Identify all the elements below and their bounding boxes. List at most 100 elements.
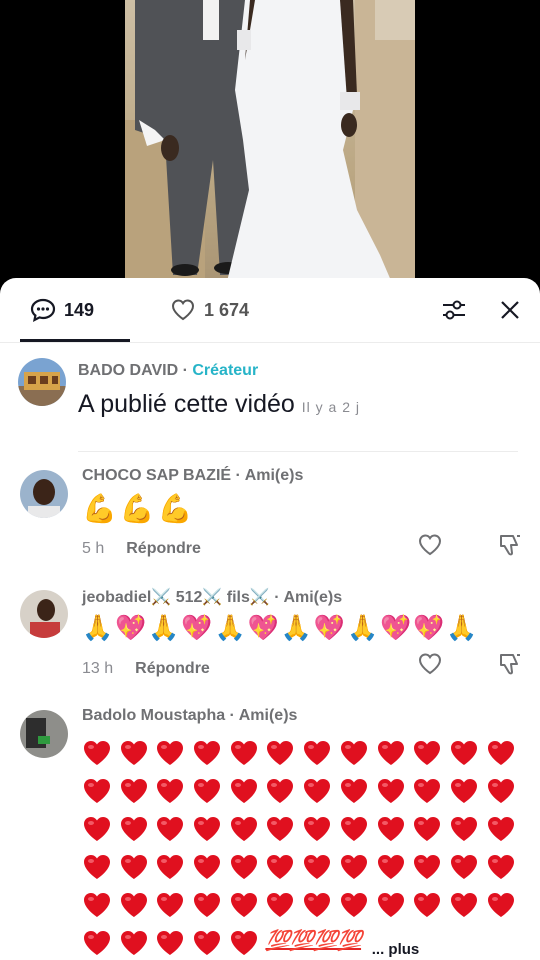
red-heart-emoji (377, 893, 404, 917)
red-heart-emoji (194, 931, 221, 955)
red-heart-emoji (84, 779, 110, 803)
red-heart-emoji (487, 817, 514, 841)
red-heart-emoji (304, 779, 331, 803)
red-heart-emoji (194, 855, 221, 879)
red-heart-emoji (267, 779, 294, 803)
red-heart-emoji (377, 779, 404, 803)
red-heart-emoji (267, 741, 294, 765)
red-heart-emoji (340, 855, 367, 879)
divider (78, 451, 518, 452)
tab-likes[interactable]: 1 674 (170, 296, 249, 324)
red-heart-emoji (230, 893, 257, 917)
separator: · (231, 467, 245, 484)
relation-badge: Ami(e)s (244, 467, 304, 484)
red-heart-emoji (120, 893, 147, 917)
comments-count: 149 (64, 299, 95, 320)
red-heart-emoji (230, 779, 257, 803)
post-text: A publié cette vidéo (78, 390, 295, 418)
reply-button[interactable]: Répondre (126, 540, 201, 557)
red-heart-emoji (194, 779, 221, 803)
red-heart-emoji (304, 893, 331, 917)
hundred-emoji: 💯💯💯💯 (265, 930, 362, 952)
red-heart-emoji (450, 741, 477, 765)
red-heart-emoji (120, 931, 147, 955)
red-heart-emoji (414, 741, 441, 765)
separator: · (269, 589, 284, 606)
close-button[interactable] (496, 296, 524, 324)
red-heart-emoji (267, 855, 294, 879)
emoji-row (82, 890, 516, 920)
red-heart-emoji (157, 779, 184, 803)
red-heart-emoji (267, 893, 294, 917)
red-heart-emoji (414, 855, 441, 879)
separator: · (225, 707, 239, 724)
video-player[interactable] (0, 0, 540, 290)
video-frame (125, 0, 415, 290)
red-heart-emoji (340, 741, 367, 765)
comment-time: 13 h (82, 660, 114, 677)
red-heart-emoji (84, 817, 110, 841)
red-heart-emoji (230, 741, 257, 765)
red-heart-emoji (157, 931, 184, 955)
emoji-row (82, 852, 516, 882)
comment-icon (30, 298, 56, 323)
comment-text: 🙏💖🙏💖🙏💖🙏💖🙏💖💖🙏 (82, 614, 480, 642)
avatar[interactable] (18, 358, 66, 406)
heart-outline-icon (171, 299, 195, 321)
red-heart-emoji (84, 741, 110, 765)
avatar[interactable] (20, 710, 68, 758)
red-heart-emoji (157, 855, 184, 879)
red-heart-emoji (194, 741, 221, 765)
relation-badge: Ami(e)s (283, 589, 343, 606)
red-heart-emoji (304, 741, 331, 765)
reply-button[interactable]: Répondre (135, 660, 210, 677)
red-heart-emoji (120, 741, 147, 765)
red-heart-emoji (230, 931, 257, 955)
comment-text: 💪💪💪 (82, 493, 196, 524)
separator: · (178, 362, 193, 379)
red-heart-emoji (340, 893, 367, 917)
filter-button[interactable] (440, 296, 468, 324)
like-icon[interactable] (417, 532, 443, 558)
red-heart-emoji (230, 817, 257, 841)
red-heart-emoji (84, 893, 110, 917)
red-heart-emoji (157, 893, 184, 917)
relation-badge: Ami(e)s (238, 707, 298, 724)
emoji-row: 💯💯💯💯 ... plus (82, 928, 419, 958)
comments-tab-bar: 149 1 674 (0, 278, 540, 343)
likes-count: 1 674 (204, 299, 250, 320)
red-heart-emoji (414, 893, 441, 917)
avatar[interactable] (20, 470, 68, 518)
author-name[interactable]: jeobadiel⚔️ 512⚔️ fils⚔️ (82, 589, 270, 606)
dislike-icon[interactable] (497, 532, 523, 558)
red-heart-emoji (267, 817, 294, 841)
red-heart-emoji (487, 779, 514, 803)
author-name[interactable]: BADO DAVID (78, 362, 178, 379)
red-heart-emoji (304, 855, 331, 879)
author-name[interactable]: CHOCO SAP BAZIÉ (82, 467, 231, 484)
video-scene (125, 0, 415, 290)
filter-sliders-icon (443, 300, 465, 320)
like-icon[interactable] (417, 651, 443, 677)
red-heart-emoji (450, 855, 477, 879)
comments-sheet: 149 1 674 BADO DAVID · Créateur A publié… (0, 278, 540, 960)
emoji-row (82, 814, 516, 844)
creator-author-line: BADO DAVID · Créateur (78, 362, 258, 380)
comment-author-line: jeobadiel⚔️ 512⚔️ fils⚔️ · Ami(e)s (82, 587, 342, 607)
red-heart-emoji (230, 855, 257, 879)
red-heart-emoji (157, 741, 184, 765)
dislike-icon[interactable] (497, 651, 523, 677)
red-heart-emoji (120, 855, 147, 879)
see-more-link[interactable]: ... plus (372, 941, 420, 958)
avatar[interactable] (20, 590, 68, 638)
emoji-row (82, 776, 516, 806)
red-heart-emoji (340, 779, 367, 803)
comment-time: 5 h (82, 540, 105, 557)
author-name[interactable]: Badolo Moustapha (82, 707, 225, 724)
tab-comments[interactable]: 149 (30, 296, 94, 324)
red-heart-emoji (450, 779, 477, 803)
red-heart-emoji (84, 855, 110, 879)
comment-meta: 5 h Répondre (82, 540, 201, 558)
comment-meta: 13 h Répondre (82, 660, 210, 678)
red-heart-emoji (450, 817, 477, 841)
